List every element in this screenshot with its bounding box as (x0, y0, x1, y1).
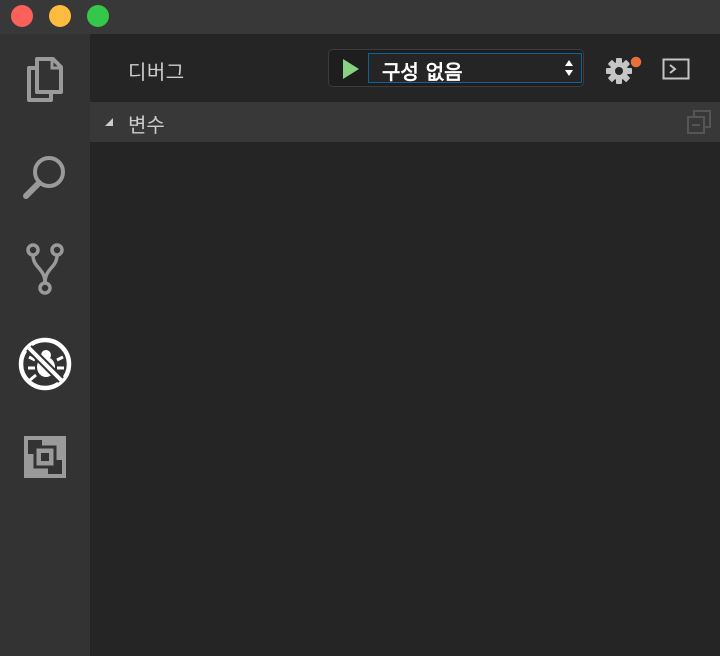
files-icon (27, 57, 63, 102)
variables-section-header[interactable]: 변수 (90, 102, 720, 142)
minimize-window-button[interactable] (49, 5, 71, 27)
activity-debug[interactable] (0, 319, 90, 409)
select-arrows-icon (565, 60, 573, 76)
console-icon[interactable] (662, 58, 690, 80)
configuration-select[interactable]: 구성 없음 (368, 53, 582, 84)
debug-configuration-bar: 구성 없음 (328, 49, 584, 87)
activity-source-control[interactable] (0, 224, 90, 314)
title-bar (0, 0, 720, 34)
debug-title: 디버그 (128, 60, 185, 84)
play-icon[interactable] (338, 57, 362, 81)
maximize-window-button[interactable] (87, 5, 109, 27)
close-window-button[interactable] (11, 5, 33, 27)
source-control-icon (26, 243, 64, 295)
activity-search[interactable] (0, 132, 90, 222)
settings-badge (629, 55, 643, 69)
debug-sidebar: 디버그 구성 없음 변수 (90, 34, 720, 656)
extensions-icon (24, 436, 66, 478)
expanded-triangle-icon (105, 118, 113, 126)
collapse-all-icon[interactable] (686, 109, 712, 135)
vscode-window: 디버그 구성 없음 변수 (0, 0, 720, 656)
activity-bar (0, 34, 90, 656)
debug-header: 디버그 구성 없음 (90, 34, 720, 102)
search-icon (23, 156, 65, 199)
activity-extensions[interactable] (0, 412, 90, 502)
activity-explorer[interactable] (0, 34, 90, 124)
variables-label: 변수 (128, 113, 165, 137)
configuration-value: 구성 없음 (382, 60, 463, 84)
gear-icon[interactable] (604, 54, 644, 86)
debug-icon (18, 337, 72, 391)
